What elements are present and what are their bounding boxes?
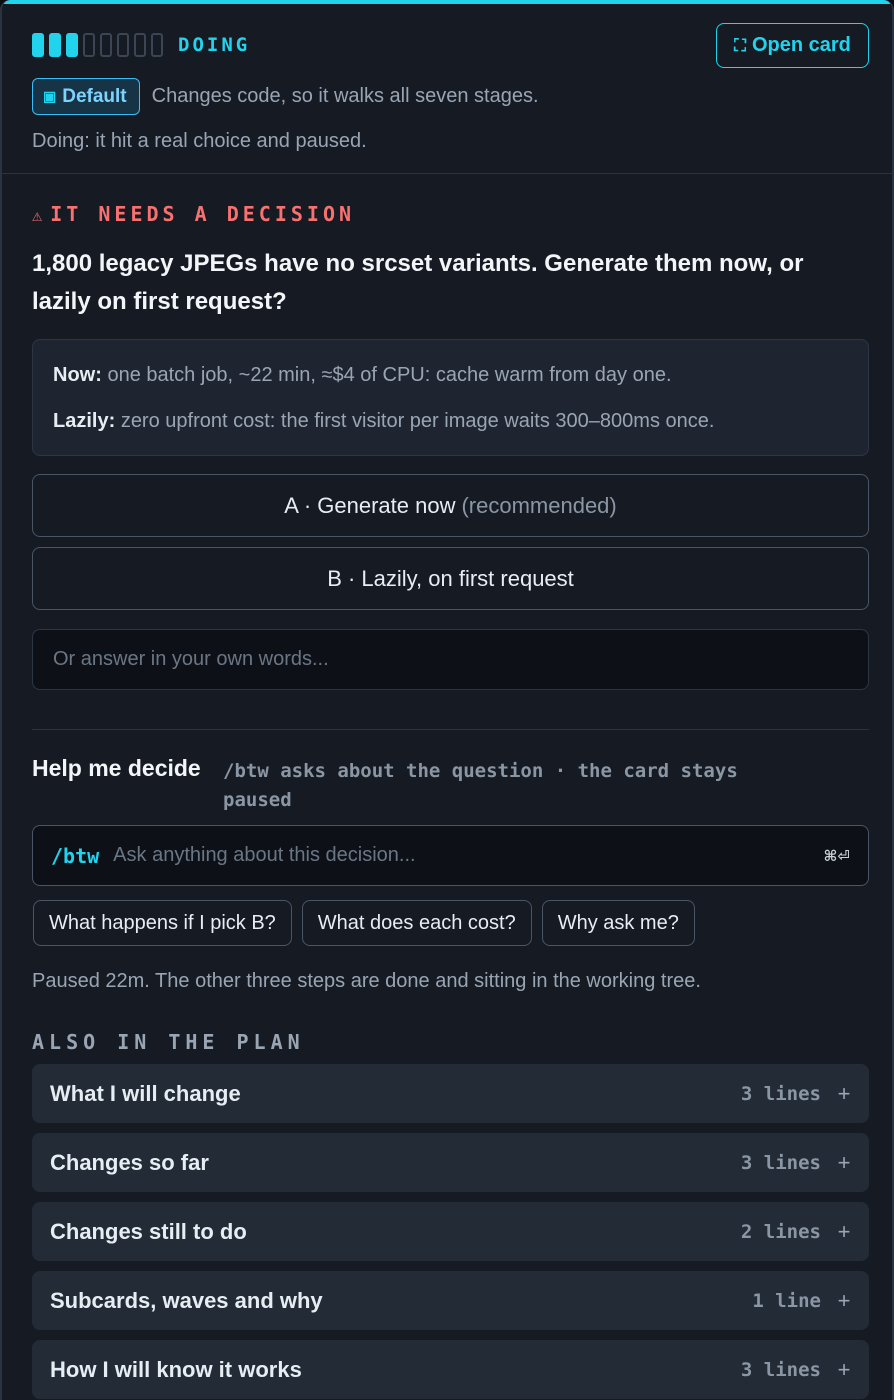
btw-input[interactable] xyxy=(113,844,824,867)
plan-section[interactable]: Changes still to do 2 lines + xyxy=(32,1202,869,1261)
chip-why[interactable]: Why ask me? xyxy=(541,900,695,946)
stage-pip xyxy=(100,33,112,57)
enter-icon[interactable]: ⌘⏎ xyxy=(824,847,850,865)
chip-pick-b[interactable]: What happens if I pick B? xyxy=(33,900,292,946)
stage-pip xyxy=(66,33,78,57)
plan-section-title: Changes so far xyxy=(50,1149,209,1175)
suggestion-chips: What happens if I pick B? What does each… xyxy=(33,900,705,946)
tradeoff-now: Now: one batch job, ~22 min, ≈$4 of CPU:… xyxy=(53,362,848,388)
stage-pip xyxy=(32,33,44,57)
expand-icon: ⛶ xyxy=(734,35,746,56)
btw-prefix: /btw xyxy=(51,843,100,868)
tradeoff-lazily: Lazily: zero upfront cost: the first vis… xyxy=(53,408,848,434)
open-card-button[interactable]: ⛶ Open card xyxy=(716,23,869,68)
plan-section-title: Changes still to do xyxy=(50,1218,247,1244)
help-hint: /btw asks about the question · the card … xyxy=(223,760,738,811)
stage-pip xyxy=(49,33,61,57)
chip-cost[interactable]: What does each cost? xyxy=(301,900,532,946)
plan-section-count: 3 lines xyxy=(740,1358,821,1381)
plan-section-count: 1 line xyxy=(752,1289,821,1312)
custom-answer-input[interactable] xyxy=(32,629,869,690)
plus-icon[interactable]: + xyxy=(837,1081,851,1107)
plan-section-title: Subcards, waves and why xyxy=(50,1287,323,1313)
stage-pip xyxy=(83,33,95,57)
plan-section[interactable]: Changes so far 3 lines + xyxy=(32,1133,869,1192)
plan-section-title: How I will know it works xyxy=(50,1356,302,1382)
plan-section[interactable]: Subcards, waves and why 1 line + xyxy=(32,1271,869,1330)
plan-section-count: 2 lines xyxy=(740,1220,821,1243)
plan-section[interactable]: How I will know it works 3 lines + xyxy=(32,1340,869,1399)
plan-heading: ALSO IN THE PLAN xyxy=(32,1030,305,1054)
warning-icon: ⚠ xyxy=(32,206,43,226)
plus-icon[interactable]: + xyxy=(837,1150,851,1176)
divider xyxy=(32,729,869,730)
mode-row: ▣ Default Changes code, so it walks all … xyxy=(32,78,539,115)
stage-pip xyxy=(134,33,146,57)
open-card-label: Open card xyxy=(751,34,851,56)
plan-section-title: What I will change xyxy=(50,1080,241,1106)
option-b-button[interactable]: B · Lazily, on first request xyxy=(32,547,869,610)
tradeoff-label: Now: xyxy=(53,364,102,386)
paused-note: Paused 22m. The other three steps are do… xyxy=(32,970,701,992)
mode-badge-label: Default xyxy=(62,85,127,107)
option-label: B · Lazily, on first request xyxy=(327,565,574,591)
tradeoffs-box: Now: one batch job, ~22 min, ≈$4 of CPU:… xyxy=(32,339,869,456)
stage-pip xyxy=(151,33,163,57)
mode-description: Changes code, so it walks all seven stag… xyxy=(151,85,539,107)
plan-section[interactable]: What I will change 3 lines + xyxy=(32,1064,869,1123)
plus-icon[interactable]: + xyxy=(837,1219,851,1245)
mode-badge: ▣ Default xyxy=(32,78,140,115)
tradeoff-label: Lazily: xyxy=(53,410,116,432)
stage-progress: DOING xyxy=(32,33,250,57)
decision-heading: ⚠ IT NEEDS A DECISION xyxy=(32,202,355,226)
divider xyxy=(2,173,892,174)
option-note: (recommended) xyxy=(461,492,617,518)
plan-section-count: 3 lines xyxy=(740,1082,821,1105)
tradeoff-text: one batch job, ~22 min, ≈$4 of CPU: cach… xyxy=(107,364,672,386)
help-title: Help me decide xyxy=(32,755,201,781)
btw-field[interactable]: /btw ⌘⏎ xyxy=(32,825,869,886)
option-a-button[interactable]: A · Generate now (recommended) xyxy=(32,474,869,537)
option-label: A · Generate now xyxy=(284,492,456,518)
decision-heading-text: IT NEEDS A DECISION xyxy=(50,202,356,226)
plus-icon[interactable]: + xyxy=(837,1357,851,1383)
tradeoff-text: zero upfront cost: the first visitor per… xyxy=(120,410,715,432)
decision-question: 1,800 legacy JPEGs have no srcset varian… xyxy=(32,250,804,315)
status-line: Doing: it hit a real choice and paused. xyxy=(32,130,367,152)
square-icon: ▣ xyxy=(43,88,57,104)
accent-bar xyxy=(2,0,892,4)
plan-section-count: 3 lines xyxy=(740,1151,821,1174)
plus-icon[interactable]: + xyxy=(837,1288,851,1314)
task-card: DOING ⛶ Open card ▣ Default Changes code… xyxy=(0,0,894,1400)
stage-pip xyxy=(117,33,129,57)
stage-label: DOING xyxy=(178,34,251,56)
